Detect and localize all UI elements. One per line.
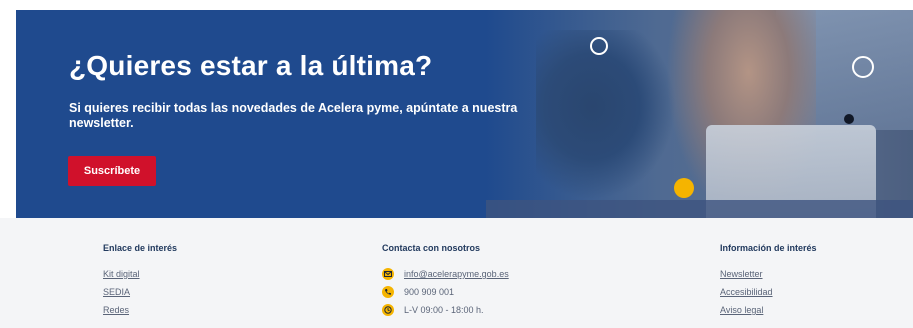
banner-description: Si quieres recibir todas las novedades d… [69, 101, 518, 130]
contact-hours-row: L-V 09:00 - 18:00 h. [382, 301, 509, 319]
footer: Enlace de interés Kit digital SEDIA Rede… [0, 218, 913, 328]
contact-email-link[interactable]: info@acelerapyme.gob.es [404, 269, 509, 279]
contact-phone: 900 909 001 [404, 287, 455, 297]
newsletter-banner: ¿Quieres estar a la última? Si quieres r… [16, 10, 913, 218]
contact-heading: Contacta con nosotros [382, 243, 481, 253]
footer-link-accesibilidad[interactable]: Accesibilidad [720, 283, 817, 301]
banner-photo-desk [486, 200, 913, 218]
footer-link-kit-digital[interactable]: Kit digital [103, 265, 177, 283]
banner-title: ¿Quieres estar a la última? [69, 50, 433, 81]
contact-column: Contacta con nosotros info@acelerapyme.g… [382, 243, 509, 319]
banner-photo-plant [536, 30, 676, 200]
contact-email-row: info@acelerapyme.gob.es [382, 265, 509, 283]
decorative-dot [674, 178, 694, 198]
info-column: Información de interés Newsletter Accesi… [720, 243, 817, 319]
interest-links-heading: Enlace de interés [103, 243, 178, 253]
decorative-ring [590, 37, 608, 55]
footer-link-newsletter[interactable]: Newsletter [720, 265, 817, 283]
footer-link-redes[interactable]: Redes [103, 301, 177, 319]
contact-hours: L-V 09:00 - 18:00 h. [404, 305, 484, 315]
decorative-ring [852, 56, 874, 78]
decorative-dot [844, 114, 854, 124]
phone-icon [382, 286, 394, 298]
footer-link-aviso-legal[interactable]: Aviso legal [720, 301, 817, 319]
subscribe-button[interactable]: Suscríbete [68, 156, 156, 186]
info-heading: Información de interés [720, 243, 817, 253]
contact-phone-row: 900 909 001 [382, 283, 509, 301]
footer-link-sedia[interactable]: SEDIA [103, 283, 177, 301]
email-icon [382, 268, 394, 280]
clock-icon [382, 304, 394, 316]
interest-links-column: Enlace de interés Kit digital SEDIA Rede… [103, 243, 177, 319]
